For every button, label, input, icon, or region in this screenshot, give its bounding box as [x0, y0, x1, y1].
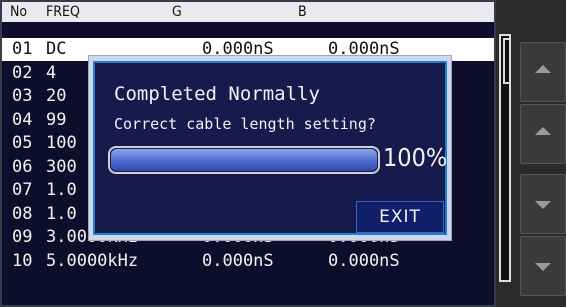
scroll-down-button[interactable]: [520, 236, 566, 296]
header-freq: FREQ: [46, 4, 80, 20]
progress-bar: [108, 146, 380, 174]
page-down-button[interactable]: [520, 174, 566, 234]
table-row[interactable]: 10 5.0000kHz 0.000nS 0.000nS: [2, 250, 494, 273]
page-up-button[interactable]: [520, 104, 566, 164]
side-button-column: [514, 28, 566, 307]
cell-g: 0.000nS: [202, 250, 274, 271]
cell-no: 07: [12, 180, 33, 200]
table-header: No FREQ G B: [2, 2, 494, 22]
cell-no: 06: [12, 156, 33, 177]
exit-button[interactable]: EXIT: [356, 201, 444, 233]
cell-no: 03: [12, 86, 33, 106]
cell-freq: 1.0: [46, 180, 77, 200]
cell-no: 02: [12, 62, 33, 83]
header-g: G: [172, 4, 182, 20]
progress-bar-fill: [111, 149, 377, 171]
cell-no: 10: [12, 250, 33, 271]
cell-freq: 20: [46, 86, 67, 106]
scrollbar-thumb[interactable]: [503, 38, 511, 84]
cell-freq: 1.0: [46, 203, 77, 224]
cell-no: 05: [12, 133, 33, 153]
chevron-down-icon: [535, 201, 551, 209]
dialog-message: Correct cable length setting?: [114, 115, 376, 133]
cell-freq: 100: [46, 133, 77, 153]
chevron-down-icon: [535, 263, 551, 271]
cell-freq: DC: [46, 39, 67, 59]
dialog-body: Completed Normally Correct cable length …: [93, 61, 447, 235]
dialog-title: Completed Normally: [114, 83, 320, 105]
cell-b: 0.000nS: [328, 250, 400, 271]
header-b: B: [298, 4, 307, 20]
cell-no: 09: [12, 227, 33, 247]
cell-freq: 5.0000kHz: [46, 250, 139, 271]
cell-no: 04: [12, 109, 33, 130]
cell-no: 08: [12, 203, 33, 224]
cell-freq: 300: [46, 156, 77, 177]
header-no: No: [10, 4, 28, 20]
progress-percent: 100%: [383, 143, 448, 172]
scroll-up-button[interactable]: [520, 42, 566, 102]
cell-no: 01: [12, 39, 33, 59]
chevron-up-icon: [535, 127, 551, 135]
chevron-up-icon: [535, 65, 551, 73]
cell-freq: 99: [46, 109, 67, 130]
cell-freq: 4: [46, 62, 57, 83]
completion-dialog: Completed Normally Correct cable length …: [88, 55, 452, 241]
scrollbar[interactable]: [499, 34, 511, 282]
